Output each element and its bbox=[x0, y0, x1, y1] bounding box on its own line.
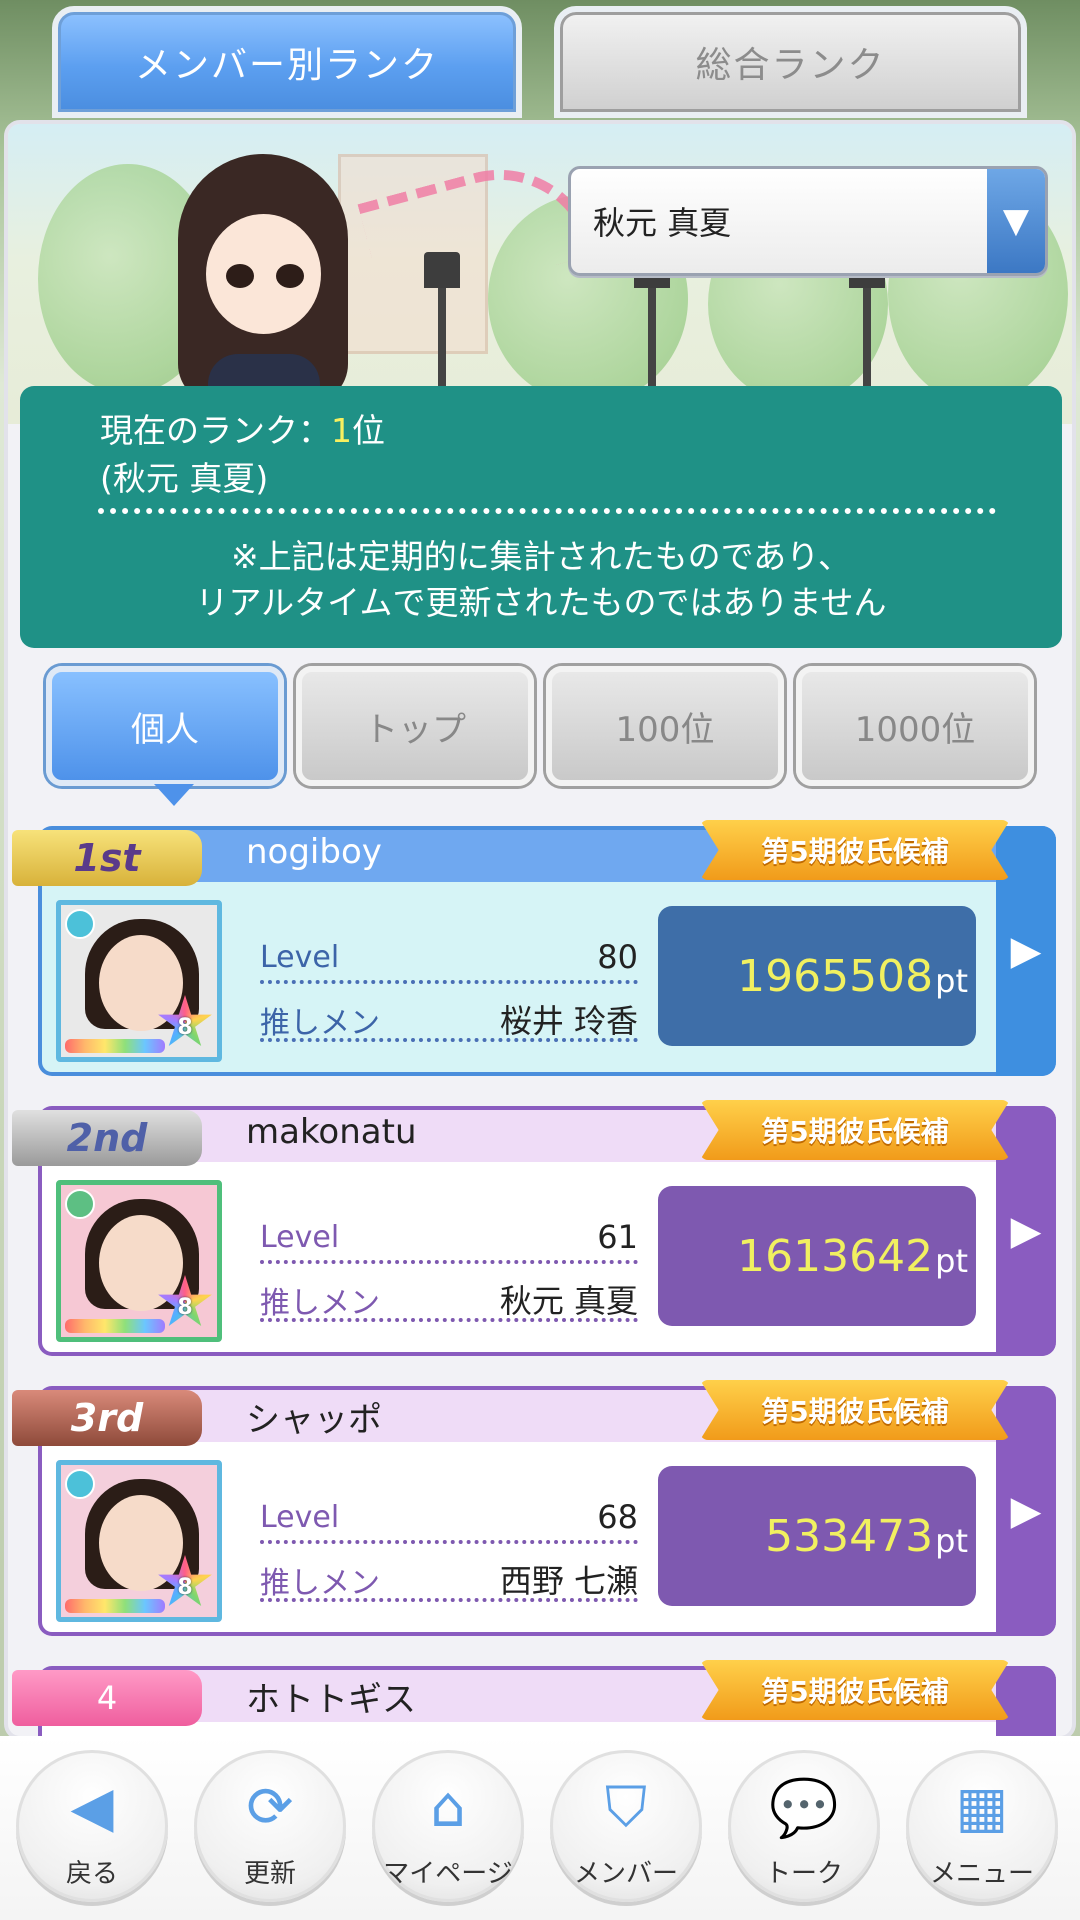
level-value: 68 bbox=[597, 1498, 638, 1536]
dotted-divider bbox=[98, 508, 996, 514]
oshimen-row: 推しメン 西野 七瀬 bbox=[260, 1556, 638, 1602]
tab-overall-rank[interactable]: 総合ランク bbox=[554, 6, 1027, 118]
member-button[interactable]: ⛉ メンバー bbox=[550, 1750, 702, 1902]
rank-tabs: メンバー別ランク 総合ランク bbox=[52, 6, 1027, 118]
chevron-down-icon[interactable]: ▼ bbox=[987, 169, 1045, 273]
username: ホトトギス bbox=[246, 1680, 416, 1720]
username: makonatu bbox=[246, 1112, 417, 1152]
ranking-card-3[interactable]: ▶ 3rd シャッポ 第5期彼氏候補 8 Level 68 推しメン 西野 七瀬… bbox=[12, 1380, 1056, 1636]
points-value: 1613642 bbox=[737, 1230, 934, 1282]
gem-icon bbox=[65, 1469, 95, 1499]
main-panel: 秋元 真夏 ▼ 現在のランク：1位 (秋元 真夏) ※上記は定期的に集計されたも… bbox=[4, 120, 1076, 1740]
oshimen-value: 桜井 玲香 bbox=[499, 1002, 638, 1040]
oshimen-row: 推しメン 秋元 真夏 bbox=[260, 1276, 638, 1322]
rank-label: 2nd bbox=[12, 1110, 202, 1166]
refresh-button[interactable]: ⟳ 更新 bbox=[194, 1750, 346, 1902]
gem-icon bbox=[65, 909, 95, 939]
level-row: Level 68 bbox=[260, 1498, 638, 1544]
rank-note-line1: ※上記は定期的に集計されたものであり、 bbox=[230, 537, 851, 576]
shield-icon: ⛉ bbox=[605, 1775, 647, 1840]
level-value: 80 bbox=[597, 938, 638, 976]
current-rank-number: 1 bbox=[331, 411, 352, 450]
level-row: Level 80 bbox=[260, 938, 638, 984]
back-icon: ◀ bbox=[70, 1775, 114, 1840]
current-rank-label: 現在のランク： bbox=[100, 411, 331, 450]
tab-top-1000[interactable]: 1000位 bbox=[796, 666, 1034, 786]
level-value: 61 bbox=[597, 1218, 638, 1256]
current-rank-member: (秋元 真夏) bbox=[100, 459, 269, 498]
member-select[interactable]: 秋元 真夏 ▼ bbox=[568, 166, 1048, 276]
points-box: 533473 pt bbox=[658, 1466, 976, 1606]
points-box: 1965508 pt bbox=[658, 906, 976, 1046]
chevron-right-icon[interactable] bbox=[996, 1666, 1056, 1736]
gem-icon bbox=[65, 1189, 95, 1219]
rank-note-line2: リアルタイムで更新されたものではありません bbox=[195, 583, 887, 622]
rank-info-box: 現在のランク：1位 (秋元 真夏) ※上記は定期的に集計されたものであり、 リア… bbox=[20, 386, 1062, 648]
boyfriend-candidate-badge: 第5期彼氏候補 bbox=[700, 1100, 1010, 1160]
rank-label: 1st bbox=[12, 830, 202, 886]
refresh-icon: ⟳ bbox=[246, 1775, 294, 1840]
member-photo: 8 bbox=[56, 1180, 222, 1342]
level-row: Level 61 bbox=[260, 1218, 638, 1264]
oshimen-value: 西野 七瀬 bbox=[499, 1562, 638, 1600]
member-avatar bbox=[168, 154, 358, 424]
username: シャッポ bbox=[246, 1400, 382, 1440]
boyfriend-candidate-badge: 第5期彼氏候補 bbox=[700, 1660, 1010, 1720]
current-rank-suffix: 位 bbox=[352, 411, 385, 450]
boyfriend-candidate-badge: 第5期彼氏候補 bbox=[700, 1380, 1010, 1440]
talk-button[interactable]: 💬 トーク bbox=[728, 1750, 880, 1902]
header-scene: 秋元 真夏 ▼ bbox=[8, 124, 1072, 424]
rank-label: 3rd bbox=[12, 1390, 202, 1446]
member-photo: 8 bbox=[56, 1460, 222, 1622]
chevron-right-icon[interactable]: ▶ bbox=[996, 826, 1056, 1076]
points-value: 1965508 bbox=[737, 950, 934, 1002]
ranking-card-2[interactable]: ▶ 2nd makonatu 第5期彼氏候補 8 Level 61 推しメン 秋… bbox=[12, 1100, 1056, 1356]
bottom-navigation: ◀ 戻る ⟳ 更新 ⌂ マイページ ⛉ メンバー 💬 トーク ▦ メニュー bbox=[0, 1736, 1080, 1920]
tab-member-rank[interactable]: メンバー別ランク bbox=[52, 6, 522, 118]
rank-note: ※上記は定期的に集計されたものであり、 リアルタイムで更新されたものではありませ… bbox=[20, 534, 1062, 626]
tab-top-100[interactable]: 100位 bbox=[546, 666, 784, 786]
chevron-right-icon[interactable]: ▶ bbox=[996, 1106, 1056, 1356]
tab-individual[interactable]: 個人 bbox=[46, 666, 284, 786]
oshimen-row: 推しメン 桜井 玲香 bbox=[260, 996, 638, 1042]
ranking-card-4[interactable]: 4 ホトトギス 第5期彼氏候補 bbox=[12, 1660, 1056, 1736]
oshimen-value: 秋元 真夏 bbox=[499, 1282, 638, 1320]
chevron-right-icon[interactable]: ▶ bbox=[996, 1386, 1056, 1636]
current-rank: 現在のランク：1位 bbox=[100, 404, 385, 452]
grid-icon: ▦ bbox=[955, 1775, 1009, 1840]
points-value: 533473 bbox=[765, 1510, 934, 1562]
ranking-range-tabs: 個人 トップ 100位 1000位 bbox=[46, 666, 1036, 786]
mypage-button[interactable]: ⌂ マイページ bbox=[372, 1750, 524, 1902]
ranking-card-1[interactable]: ▶ 1st nogiboy 第5期彼氏候補 8 Level 80 推しメン 桜井… bbox=[12, 820, 1056, 1076]
rank-label: 4 bbox=[12, 1670, 202, 1726]
active-tab-pointer bbox=[154, 784, 194, 806]
username: nogiboy bbox=[246, 832, 382, 872]
menu-button[interactable]: ▦ メニュー bbox=[906, 1750, 1058, 1902]
member-select-value: 秋元 真夏 bbox=[593, 204, 732, 242]
points-box: 1613642 pt bbox=[658, 1186, 976, 1326]
boyfriend-candidate-badge: 第5期彼氏候補 bbox=[700, 820, 1010, 880]
back-button[interactable]: ◀ 戻る bbox=[16, 1750, 168, 1902]
home-icon: ⌂ bbox=[430, 1775, 466, 1840]
member-photo: 8 bbox=[56, 900, 222, 1062]
chat-icon: 💬 bbox=[769, 1776, 839, 1841]
tab-top[interactable]: トップ bbox=[296, 666, 534, 786]
